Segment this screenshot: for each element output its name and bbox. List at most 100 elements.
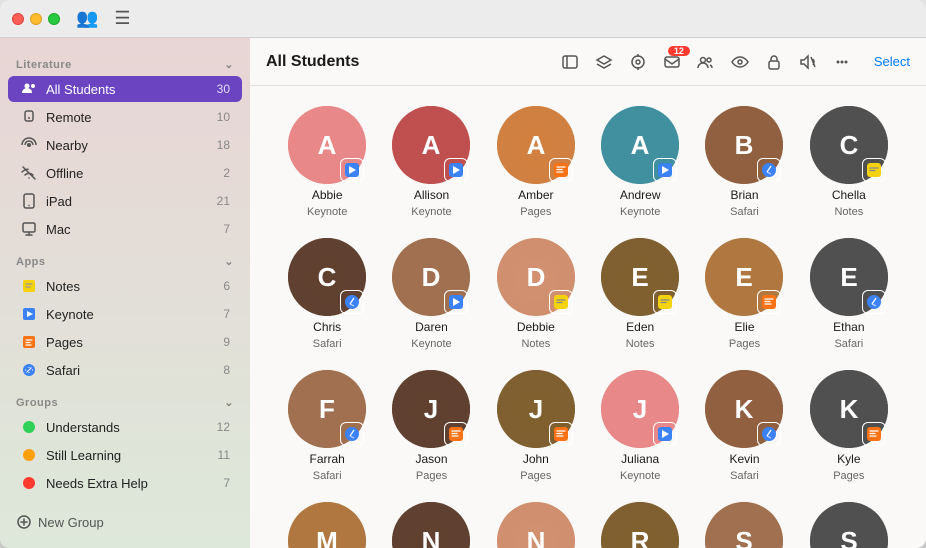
student-avatar-wrap: E <box>810 238 888 316</box>
sidebar-item-count: 11 <box>218 448 230 462</box>
sidebar-item-all-students[interactable]: All Students 30 <box>8 76 242 102</box>
sidebar-item-offline[interactable]: Offline 2 <box>8 160 242 186</box>
student-card[interactable]: E EliePages <box>697 238 791 350</box>
sidebar-item-ipad[interactable]: iPad 21 <box>8 188 242 214</box>
student-card[interactable]: R RaffiKeynote <box>593 502 687 548</box>
new-group-button[interactable]: New Group <box>0 504 250 540</box>
pages-icon <box>20 333 38 351</box>
student-card[interactable]: K KevinSafari <box>697 370 791 482</box>
student-app: Safari <box>313 470 342 482</box>
notes-icon <box>20 277 38 295</box>
student-card[interactable]: C ChrisSafari <box>280 238 374 350</box>
group-icon[interactable] <box>696 52 716 72</box>
minimize-button[interactable] <box>30 13 42 25</box>
sidebar-section-groups[interactable]: Groups ⌄ <box>0 384 250 413</box>
svg-text:J: J <box>424 394 438 424</box>
student-avatar-wrap: D <box>392 238 470 316</box>
svg-text:K: K <box>839 394 858 424</box>
student-app: Pages <box>833 470 864 482</box>
people-icon <box>20 80 38 98</box>
sidebar-item-remote[interactable]: Remote 10 <box>8 104 242 130</box>
app-icon <box>340 290 364 314</box>
svg-text:A: A <box>422 130 441 160</box>
sidebar-item-label: Offline <box>46 166 223 181</box>
student-card[interactable]: N NerioSafari <box>384 502 478 548</box>
page-title: All Students <box>266 53 560 71</box>
svg-text:N: N <box>422 526 441 548</box>
sidebar-item-count: 10 <box>217 110 230 124</box>
svg-text:D: D <box>526 262 545 292</box>
sidebar-item-still-learning[interactable]: Still Learning 11 <box>8 442 242 468</box>
sidebar-item-safari[interactable]: Safari 8 <box>8 357 242 383</box>
people-icon[interactable]: 👥 <box>76 8 98 29</box>
eye-icon[interactable] <box>730 52 750 72</box>
student-card[interactable]: M MatthewPages <box>280 502 374 548</box>
sidebar-item-count: 7 <box>223 307 230 321</box>
sidebar-item-pages[interactable]: Pages 9 <box>8 329 242 355</box>
app-icon <box>340 158 364 182</box>
list-icon[interactable]: ☰ <box>114 8 130 29</box>
student-name: Debbie <box>517 320 555 334</box>
student-avatar-wrap: S <box>705 502 783 548</box>
student-card[interactable]: E EdenNotes <box>593 238 687 350</box>
main-content: Literature ⌄ All Students 30 Remote 10 <box>0 38 926 548</box>
student-card[interactable]: A AllisonKeynote <box>384 106 478 218</box>
student-card[interactable]: K KylePages <box>802 370 896 482</box>
sidebar-item-mac[interactable]: Mac 7 <box>8 216 242 242</box>
student-card[interactable]: J JasonPages <box>384 370 478 482</box>
sidebar-item-label: Mac <box>46 222 223 237</box>
student-card[interactable]: S SamaraPages <box>697 502 791 548</box>
student-app: Notes <box>834 206 863 218</box>
sidebar-item-notes[interactable]: Notes 6 <box>8 273 242 299</box>
sidebar-item-needs-extra-help[interactable]: Needs Extra Help 7 <box>8 470 242 496</box>
sidebar-section-literature[interactable]: Literature ⌄ <box>0 46 250 75</box>
avatar: S <box>810 502 888 548</box>
student-card[interactable]: A AndrewKeynote <box>593 106 687 218</box>
svg-text:C: C <box>318 262 337 292</box>
sidebar-item-nearby[interactable]: Nearby 18 <box>8 132 242 158</box>
svg-text:K: K <box>735 394 754 424</box>
sidebar-toggle-icon[interactable] <box>560 52 580 72</box>
remote-icon <box>20 108 38 126</box>
select-button[interactable]: Select <box>874 54 910 69</box>
mute-icon[interactable] <box>798 52 818 72</box>
student-card[interactable]: S SarahNotes <box>802 502 896 548</box>
student-avatar-wrap: B <box>705 106 783 184</box>
mail-icon[interactable] <box>662 52 682 72</box>
sidebar-item-count: 6 <box>223 279 230 293</box>
app-icon <box>549 158 573 182</box>
more-icon[interactable] <box>832 52 852 72</box>
sidebar-item-understands[interactable]: Understands 12 <box>8 414 242 440</box>
sidebar-section-label: Apps <box>16 256 46 268</box>
student-app: Keynote <box>620 206 660 218</box>
student-avatar-wrap: K <box>705 370 783 448</box>
still-learning-icon <box>20 446 38 464</box>
layers-icon[interactable] <box>594 52 614 72</box>
sidebar-item-count: 30 <box>217 82 230 96</box>
sidebar-section-apps[interactable]: Apps ⌄ <box>0 243 250 272</box>
student-card[interactable]: J JulianaKeynote <box>593 370 687 482</box>
student-card[interactable]: D DarenKeynote <box>384 238 478 350</box>
sidebar-item-count: 2 <box>223 166 230 180</box>
student-card[interactable]: F FarrahSafari <box>280 370 374 482</box>
student-name: Elie <box>734 320 754 334</box>
maximize-button[interactable] <box>48 13 60 25</box>
student-card[interactable]: E EthanSafari <box>802 238 896 350</box>
student-card[interactable]: A AbbieKeynote <box>280 106 374 218</box>
close-button[interactable] <box>12 13 24 25</box>
student-card[interactable]: D DebbieNotes <box>489 238 583 350</box>
student-card[interactable]: C ChellaNotes <box>802 106 896 218</box>
student-card[interactable]: N NicoleNotes <box>489 502 583 548</box>
student-card[interactable]: A AmberPages <box>489 106 583 218</box>
svg-text:B: B <box>735 130 754 160</box>
lock-icon[interactable] <box>764 52 784 72</box>
target-icon[interactable] <box>628 52 648 72</box>
app-icon <box>444 158 468 182</box>
sidebar-item-label: Still Learning <box>46 448 218 463</box>
sidebar-item-keynote[interactable]: Keynote 7 <box>8 301 242 327</box>
student-card[interactable]: J JohnPages <box>489 370 583 482</box>
student-card[interactable]: B BrianSafari <box>697 106 791 218</box>
student-avatar-wrap: A <box>497 106 575 184</box>
student-avatar-wrap: R <box>601 502 679 548</box>
chevron-down-icon: ⌄ <box>224 255 234 268</box>
